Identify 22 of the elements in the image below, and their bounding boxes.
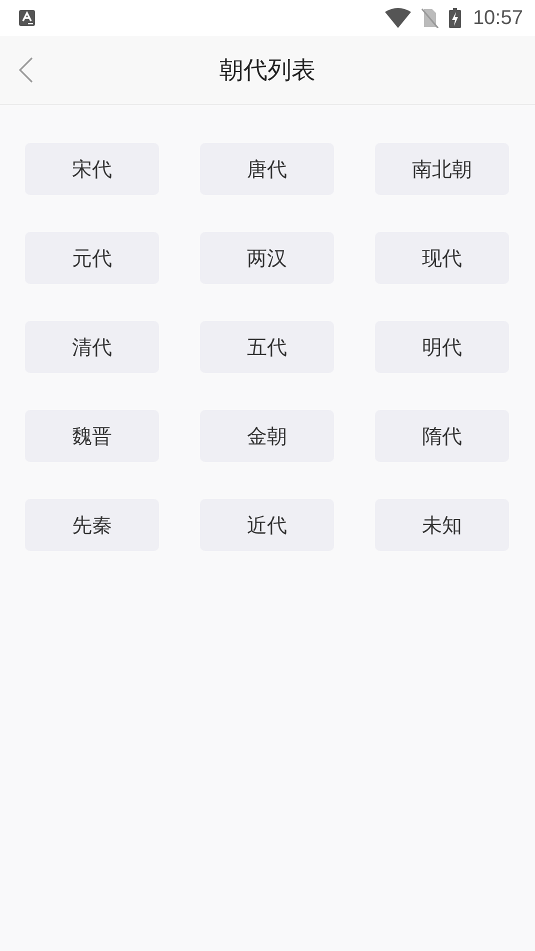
keyboard-icon — [19, 10, 35, 26]
dynasty-button[interactable]: 元代 — [25, 232, 159, 284]
dynasty-button[interactable]: 宋代 — [25, 143, 159, 195]
dynasty-button[interactable]: 先秦 — [25, 499, 159, 551]
dynasty-button[interactable]: 南北朝 — [375, 143, 509, 195]
dynasty-button[interactable]: 唐代 — [200, 143, 334, 195]
dynasty-button[interactable]: 清代 — [25, 321, 159, 373]
wifi-icon — [384, 8, 411, 28]
battery-charging-icon — [448, 8, 461, 28]
dynasty-button[interactable]: 两汉 — [200, 232, 334, 284]
dynasty-button[interactable]: 未知 — [375, 499, 509, 551]
dynasty-button[interactable]: 现代 — [375, 232, 509, 284]
no-sim-icon — [420, 8, 439, 28]
dynasty-button[interactable]: 金朝 — [200, 410, 334, 462]
dynasty-button[interactable]: 魏晋 — [25, 410, 159, 462]
page-title: 朝代列表 — [220, 55, 316, 86]
dynasty-button[interactable]: 明代 — [375, 321, 509, 373]
dynasty-button[interactable]: 近代 — [200, 499, 334, 551]
back-icon[interactable] — [19, 57, 33, 83]
dynasty-button[interactable]: 五代 — [200, 321, 334, 373]
status-time: 10:57 — [472, 6, 523, 30]
dynasty-button[interactable]: 隋代 — [375, 410, 509, 462]
